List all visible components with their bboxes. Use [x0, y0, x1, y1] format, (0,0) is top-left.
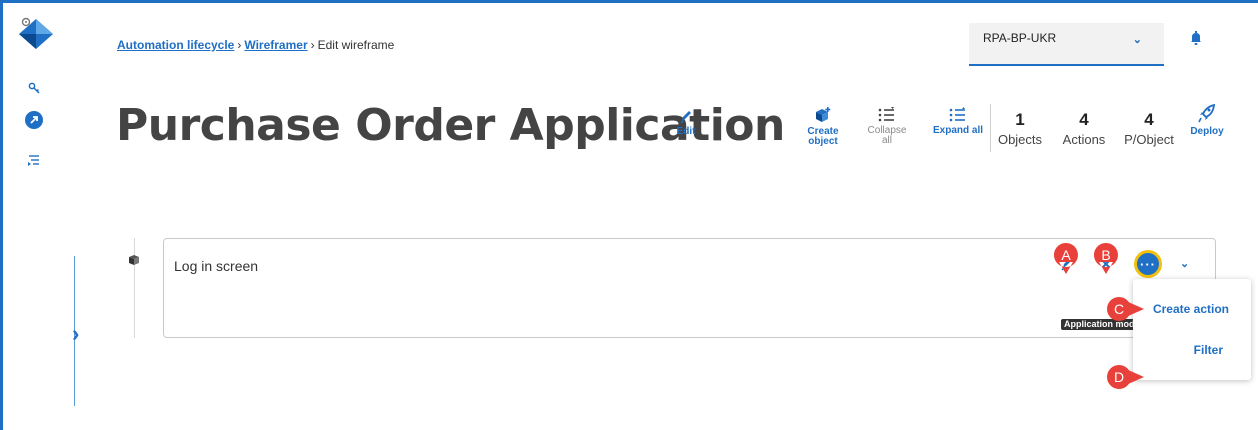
key-icon[interactable] — [24, 78, 44, 98]
callout-b-label: B — [1101, 247, 1111, 263]
wireframer-nav-icon[interactable] — [24, 110, 44, 130]
left-rail — [0, 0, 60, 430]
callout-b: B — [1093, 242, 1119, 274]
deploy-button[interactable]: Deploy — [1188, 104, 1226, 137]
objects-count-value: 1 — [1015, 110, 1025, 129]
menu-item-create-action[interactable]: Create action — [1153, 302, 1229, 316]
notification-bell-icon[interactable] — [1186, 28, 1206, 48]
objects-count: 1 Objects — [996, 110, 1044, 148]
expand-all-button[interactable]: Expand all — [932, 107, 984, 136]
callout-a-label: A — [1061, 247, 1071, 263]
breadcrumb-wireframer[interactable]: Wireframer — [244, 38, 307, 52]
rocket-icon — [1198, 104, 1216, 123]
per-object-count-value: 4 — [1144, 110, 1154, 129]
create-object-label-2: object — [808, 136, 838, 147]
pencil-icon — [680, 111, 691, 124]
callout-a: A — [1053, 242, 1079, 274]
per-object-count-label: P/Object — [1124, 132, 1174, 147]
expand-all-icon — [949, 107, 965, 122]
breadcrumb-separator: › — [310, 38, 315, 52]
menu-item-filter[interactable]: Filter — [1194, 343, 1223, 357]
actions-count-value: 4 — [1079, 110, 1089, 129]
more-options-button[interactable]: ··· — [1134, 250, 1162, 278]
deploy-label: Deploy — [1190, 126, 1224, 137]
collapse-all-button[interactable]: Collapse all — [866, 107, 908, 146]
breadcrumb: Automation lifecycle › Wireframer › Edit wir… — [117, 38, 394, 52]
ellipsis-icon: ··· — [1140, 256, 1156, 272]
more-options-menu: Create action Filter — [1133, 279, 1251, 380]
collapse-all-icon — [878, 107, 894, 122]
callout-c: C — [1106, 296, 1144, 322]
breadcrumb-current: Edit wireframe — [317, 38, 395, 52]
callout-c-label: C — [1113, 301, 1125, 317]
breadcrumb-automation-lifecycle[interactable]: Automation lifecycle — [117, 38, 234, 52]
object-title: Log in screen — [174, 258, 259, 274]
process-list-icon[interactable] — [24, 150, 44, 170]
object-cube-icon — [127, 253, 141, 267]
create-object-button[interactable]: Create object — [806, 107, 840, 147]
chevron-down-icon: ⌄ — [1132, 34, 1142, 46]
edit-label: Edit — [676, 126, 696, 137]
toolbar-divider — [990, 104, 991, 152]
collapse-all-label-2: all — [881, 135, 892, 146]
breadcrumb-separator: › — [237, 38, 242, 52]
create-object-icon — [816, 107, 831, 122]
chevron-right-icon[interactable]: › — [72, 321, 79, 347]
expand-all-label: Expand all — [932, 125, 983, 136]
per-object-count: 4 P/Object — [1120, 110, 1178, 148]
blue-prism-logo[interactable] — [18, 16, 54, 50]
environment-select[interactable]: RPA-BP-UKR ⌄ — [969, 23, 1164, 66]
environment-value: RPA-BP-UKR — [983, 31, 1057, 45]
edit-title-button[interactable]: Edit — [674, 108, 698, 137]
actions-count-label: Actions — [1062, 132, 1106, 147]
callout-d-label: D — [1113, 369, 1125, 385]
actions-count: 4 Actions — [1058, 110, 1110, 148]
objects-count-label: Objects — [997, 132, 1043, 147]
chevron-down-icon[interactable]: ⌄ — [1180, 257, 1189, 270]
callout-d: D — [1106, 364, 1144, 390]
